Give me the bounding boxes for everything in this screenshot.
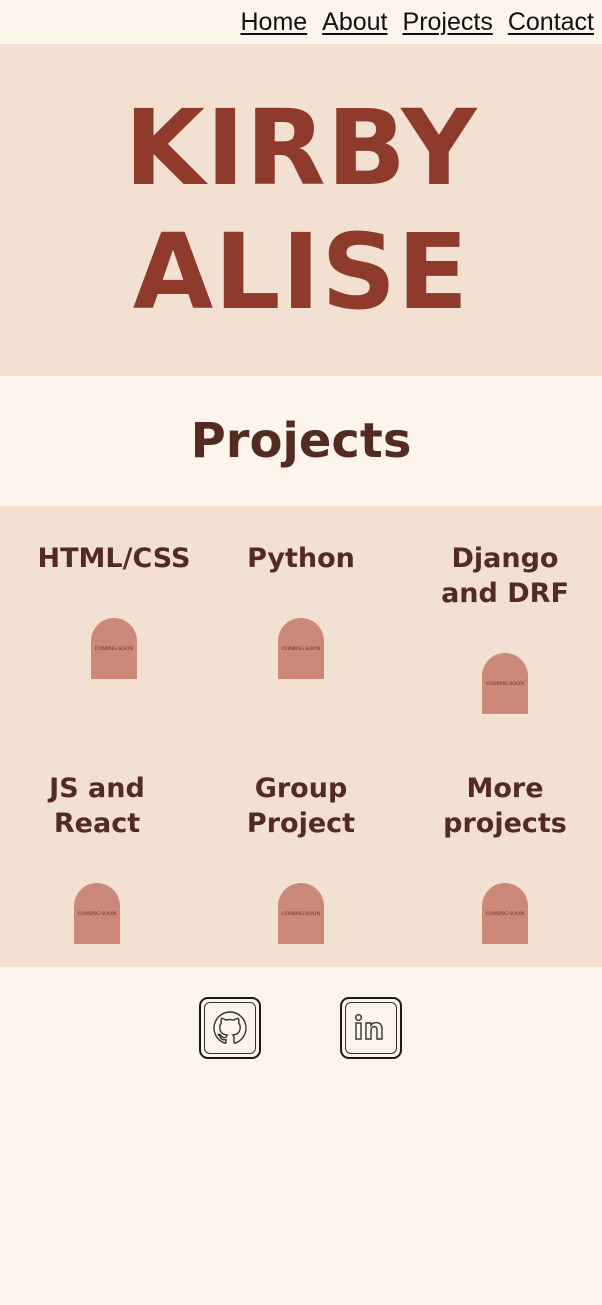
project-title-line: React — [53, 808, 141, 839]
projects-heading-section: Projects — [0, 376, 602, 506]
projects-grid: HTML/CSS COMING SOON Python COMING SOON … — [0, 506, 602, 967]
coming-soon-thumbnail[interactable]: COMING SOON — [74, 883, 120, 944]
project-title-line: Django — [451, 543, 559, 574]
page-title: Projects — [190, 413, 412, 469]
coming-soon-thumbnail[interactable]: COMING SOON — [278, 883, 324, 944]
coming-soon-thumbnail[interactable]: COMING SOON — [482, 653, 528, 714]
project-title-line: Project — [246, 808, 356, 839]
project-card-title: Python — [247, 541, 355, 576]
project-card-js-react: JS and React COMING SOON — [0, 771, 197, 944]
coming-soon-label: COMING SOON — [77, 910, 117, 917]
linkedin-link[interactable] — [340, 997, 402, 1059]
project-title-line: JS and — [49, 773, 145, 804]
project-card-title: More projects — [443, 771, 567, 841]
project-title-line: Group — [254, 773, 348, 804]
project-title-line: More — [466, 773, 544, 804]
project-card-title: Django and DRF — [441, 541, 569, 611]
coming-soon-thumbnail[interactable]: COMING SOON — [278, 618, 324, 679]
linkedin-icon-frame — [345, 1002, 397, 1054]
project-card-more-projects: More projects COMING SOON — [405, 771, 602, 944]
project-card-django: Django and DRF COMING SOON — [405, 541, 602, 714]
hero-name-last: ALISE — [132, 211, 470, 333]
github-link[interactable] — [199, 997, 261, 1059]
top-nav: Home About Projects Contact — [0, 0, 602, 44]
project-title-line: and DRF — [441, 578, 569, 609]
nav-link-home[interactable]: Home — [240, 9, 307, 35]
coming-soon-label: COMING SOON — [281, 910, 321, 917]
coming-soon-label: COMING SOON — [94, 645, 134, 652]
nav-link-contact[interactable]: Contact — [508, 9, 594, 35]
linkedin-icon — [354, 1013, 383, 1040]
project-card-title: JS and React — [49, 771, 145, 841]
coming-soon-label: COMING SOON — [485, 910, 525, 917]
footer — [0, 967, 602, 1305]
project-card-group-project: Group Project COMING SOON — [201, 771, 401, 944]
project-card-title: HTML/CSS — [38, 541, 191, 576]
project-title-line: HTML/CSS — [37, 543, 191, 574]
project-card-python: Python COMING SOON — [201, 541, 401, 679]
github-icon — [213, 1011, 247, 1044]
coming-soon-label: COMING SOON — [281, 645, 321, 652]
project-card-title: Group Project — [247, 771, 355, 841]
project-card-html-css: HTML/CSS COMING SOON — [14, 541, 214, 679]
coming-soon-thumbnail[interactable]: COMING SOON — [91, 618, 137, 679]
coming-soon-thumbnail[interactable]: COMING SOON — [482, 883, 528, 944]
coming-soon-label: COMING SOON — [485, 680, 525, 687]
github-icon-frame — [204, 1002, 256, 1054]
project-title-line: Python — [247, 543, 355, 574]
nav-link-about[interactable]: About — [322, 9, 387, 35]
project-title-line: projects — [443, 808, 567, 839]
hero-name-first: KIRBY — [124, 87, 478, 209]
nav-link-projects[interactable]: Projects — [403, 9, 493, 35]
hero-banner: KIRBY ALISE — [0, 44, 602, 376]
